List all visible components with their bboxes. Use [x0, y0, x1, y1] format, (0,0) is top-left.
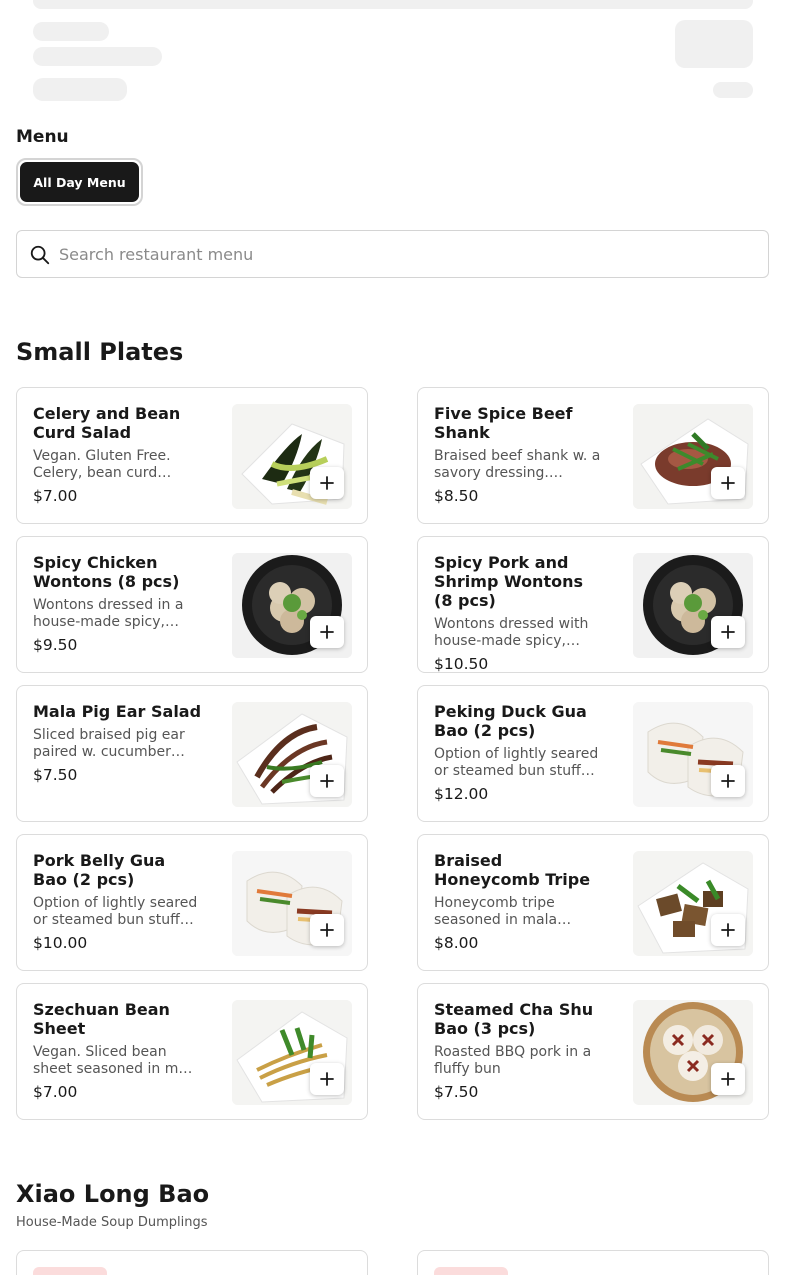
- add-item-button[interactable]: [711, 914, 745, 946]
- menu-item-price: $7.00: [33, 1083, 78, 1101]
- menu-item-text: Five Spice Beef Shank Braised beef shank …: [434, 404, 604, 523]
- menu-item-card-partial[interactable]: [16, 1250, 368, 1275]
- menu-item-description: Option of lightly seared or steamed bun …: [434, 746, 599, 779]
- add-item-button[interactable]: [310, 914, 344, 946]
- add-item-button[interactable]: [711, 1063, 745, 1095]
- menu-item-price: $7.50: [33, 766, 78, 784]
- add-item-button[interactable]: [310, 1063, 344, 1095]
- menu-item-description: Wontons dressed in a house-made spicy,…: [33, 597, 184, 630]
- menu-item-name: Steamed Cha Shu Bao (3 pcs): [434, 1000, 594, 1038]
- plus-icon: [320, 625, 334, 639]
- menu-item-description: Wontons dressed with house-made spicy,…: [434, 616, 589, 649]
- plus-icon: [721, 625, 735, 639]
- skeleton-line: [33, 22, 109, 41]
- menu-item-price: $12.00: [434, 785, 489, 803]
- menu-item-text: Peking Duck Gua Bao (2 pcs) Option of lig…: [434, 702, 604, 821]
- menu-item-description: Roasted BBQ pork in a fluffy bun: [434, 1044, 592, 1077]
- add-item-button[interactable]: [310, 765, 344, 797]
- menu-item-text: Steamed Cha Shu Bao (3 pcs) Roasted BBQ p…: [434, 1000, 604, 1119]
- menu-item-name: Pork Belly Gua Bao (2 pcs): [33, 851, 166, 889]
- plus-icon: [721, 1072, 735, 1086]
- menu-item-description: Option of lightly seared or steamed bun …: [33, 895, 198, 928]
- menu-item-name: Peking Duck Gua Bao (2 pcs): [434, 702, 587, 740]
- menu-item-card[interactable]: Steamed Cha Shu Bao (3 pcs) Roasted BBQ p…: [417, 983, 769, 1120]
- add-item-button[interactable]: [711, 467, 745, 499]
- menu-item-price: $10.00: [33, 934, 88, 952]
- menu-item-card[interactable]: Spicy Chicken Wontons (8 pcs) Wontons dre…: [16, 536, 368, 673]
- plus-icon: [320, 923, 334, 937]
- menu-item-price: $7.00: [33, 487, 78, 505]
- tab-all-day-menu-label: All Day Menu: [20, 162, 139, 202]
- plus-icon: [721, 476, 735, 490]
- section-title-small-plates: Small Plates: [16, 338, 184, 366]
- plus-icon: [320, 476, 334, 490]
- menu-item-text: Braised Honeycomb Tripe Honeycomb tripe s…: [434, 851, 604, 970]
- menu-item-card[interactable]: Mala Pig Ear Salad Sliced braised pig ear…: [16, 685, 368, 822]
- menu-item-name: Mala Pig Ear Salad: [33, 702, 202, 721]
- menu-item-card[interactable]: Celery and Bean Curd Salad Vegan. Gluten …: [16, 387, 368, 524]
- search-icon: [30, 245, 50, 265]
- skeleton-line: [33, 47, 162, 66]
- plus-icon: [320, 1072, 334, 1086]
- section-subtitle: House-Made Soup Dumplings: [16, 1215, 208, 1230]
- menu-item-price: $8.00: [434, 934, 479, 952]
- menu-item-card[interactable]: Five Spice Beef Shank Braised beef shank …: [417, 387, 769, 524]
- skeleton-line: [713, 82, 753, 98]
- menu-item-description: Vegan. Sliced bean sheet seasoned in m…: [33, 1044, 193, 1077]
- menu-item-card-partial[interactable]: [417, 1250, 769, 1275]
- menu-item-description: Honeycomb tripe seasoned in mala…: [434, 895, 572, 928]
- search-input[interactable]: [59, 231, 759, 277]
- menu-item-price: $8.50: [434, 487, 479, 505]
- menu-item-name: Celery and Bean Curd Salad: [33, 404, 181, 442]
- skeleton-block: [675, 20, 753, 68]
- menu-item-price: $10.50: [434, 655, 489, 672]
- menu-item-text: Spicy Pork and Shrimp Wontons (8 pcs) Won…: [434, 553, 604, 672]
- menu-item-text: Szechuan Bean Sheet Vegan. Sliced bean sh…: [33, 1000, 203, 1119]
- search-bar[interactable]: [16, 230, 769, 278]
- menu-item-description: Braised beef shank w. a savory dressing.…: [434, 448, 601, 481]
- menu-item-name: Spicy Chicken Wontons (8 pcs): [33, 553, 180, 591]
- plus-icon: [320, 774, 334, 788]
- popular-badge: [33, 1267, 107, 1275]
- add-item-button[interactable]: [711, 616, 745, 648]
- menu-item-text: Spicy Chicken Wontons (8 pcs) Wontons dre…: [33, 553, 203, 672]
- menu-item-name: Braised Honeycomb Tripe: [434, 851, 591, 889]
- popular-badge: [434, 1267, 508, 1275]
- add-item-button[interactable]: [310, 467, 344, 499]
- menu-item-card[interactable]: Peking Duck Gua Bao (2 pcs) Option of lig…: [417, 685, 769, 822]
- add-item-button[interactable]: [310, 616, 344, 648]
- menu-item-name: Spicy Pork and Shrimp Wontons (8 pcs): [434, 553, 583, 610]
- menu-item-card[interactable]: Braised Honeycomb Tripe Honeycomb tripe s…: [417, 834, 769, 971]
- menu-item-description: Sliced braised pig ear paired w. cucumbe…: [33, 727, 185, 760]
- menu-item-text: Mala Pig Ear Salad Sliced braised pig ear…: [33, 702, 203, 821]
- tab-all-day-menu[interactable]: All Day Menu: [16, 158, 143, 206]
- menu-item-price: $9.50: [33, 636, 78, 654]
- menu-item-card[interactable]: Szechuan Bean Sheet Vegan. Sliced bean sh…: [16, 983, 368, 1120]
- menu-item-text: Pork Belly Gua Bao (2 pcs) Option of ligh…: [33, 851, 203, 970]
- menu-item-price: $7.50: [434, 1083, 479, 1101]
- plus-icon: [721, 923, 735, 937]
- menu-item-text: Celery and Bean Curd Salad Vegan. Gluten …: [33, 404, 203, 523]
- skeleton-line: [33, 78, 127, 101]
- section-title-xiao-long-bao: Xiao Long Bao: [16, 1180, 210, 1208]
- plus-icon: [721, 774, 735, 788]
- menu-item-name: Five Spice Beef Shank: [434, 404, 573, 442]
- skeleton-bar-top: [33, 0, 753, 9]
- menu-item-name: Szechuan Bean Sheet: [33, 1000, 170, 1038]
- add-item-button[interactable]: [711, 765, 745, 797]
- menu-item-card[interactable]: Pork Belly Gua Bao (2 pcs) Option of ligh…: [16, 834, 368, 971]
- menu-heading: Menu: [16, 127, 69, 147]
- menu-item-description: Vegan. Gluten Free. Celery, bean curd…: [33, 448, 172, 481]
- menu-item-card[interactable]: Spicy Pork and Shrimp Wontons (8 pcs) Won…: [417, 536, 769, 673]
